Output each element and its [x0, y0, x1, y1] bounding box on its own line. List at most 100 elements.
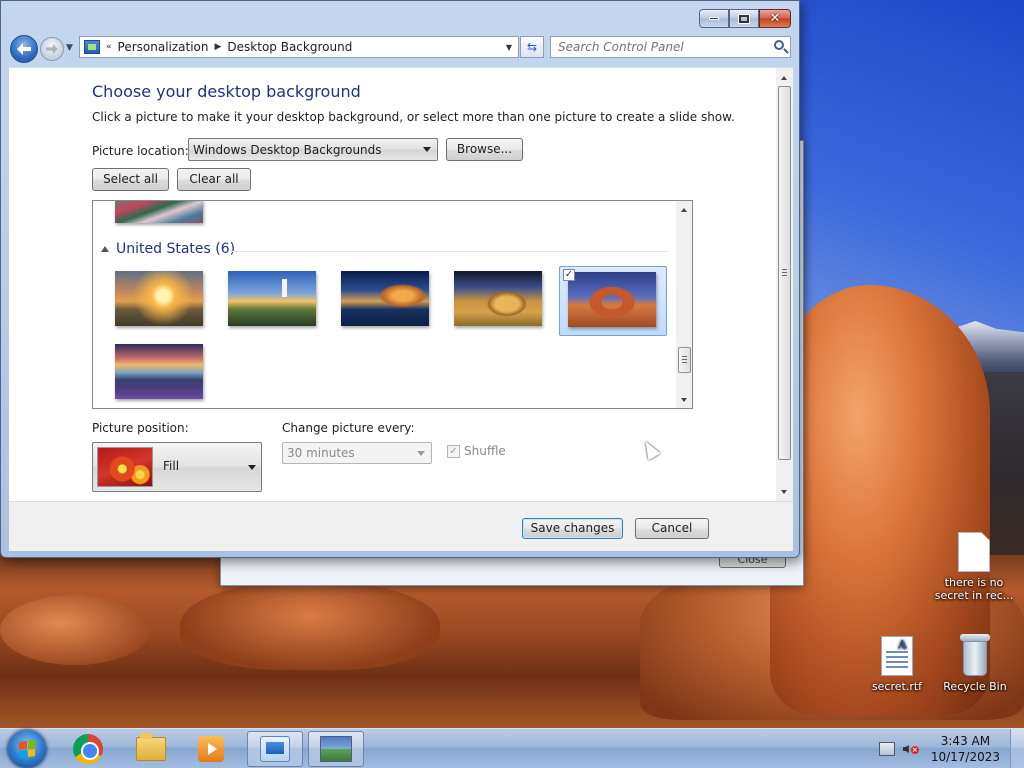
chevron-down-icon — [248, 465, 256, 470]
content-pane: Choose your desktop background Click a p… — [9, 67, 793, 501]
scroll-up-icon[interactable] — [681, 208, 687, 212]
breadcrumb-desktop-background[interactable]: Desktop Background — [227, 40, 352, 54]
arrow-left-icon — [17, 43, 31, 55]
group-label: United States (6) — [116, 241, 236, 257]
picture-position-label: Picture position: — [92, 421, 189, 435]
arrow-right-icon — [46, 44, 58, 54]
clear-all-button[interactable]: Clear all — [177, 168, 251, 191]
close-icon: ✕ — [769, 11, 781, 26]
desktop-icon-label: secret.rtf — [871, 680, 923, 693]
personalization-icon — [320, 736, 352, 762]
wallpaper-rock — [0, 595, 150, 665]
volume-muted-icon[interactable]: × — [902, 742, 919, 756]
clock-time: 3:43 AM — [940, 734, 991, 748]
control-panel-icon — [84, 40, 100, 54]
chevron-down-icon — [423, 147, 431, 152]
content-scrollbar[interactable] — [776, 68, 793, 501]
minimize-icon — [709, 17, 719, 20]
change-interval-dropdown[interactable]: 30 minutes — [282, 442, 432, 464]
browse-button[interactable]: Browse... — [446, 138, 523, 161]
picture-thumbnail[interactable] — [115, 344, 203, 399]
taskbar-personalization[interactable] — [308, 731, 364, 767]
group-divider — [230, 251, 668, 252]
address-bar[interactable]: « Personalization ▶ Desktop Background ▼ — [79, 36, 519, 58]
fill-preview-icon — [97, 447, 153, 487]
picture-thumbnail-selected[interactable]: ✓ — [559, 266, 667, 336]
wallpaper-rock — [180, 580, 440, 670]
network-icon[interactable] — [878, 742, 895, 756]
breadcrumb-personalization[interactable]: Personalization — [118, 40, 209, 54]
recycle-bin-icon — [960, 634, 990, 676]
media-player-icon — [198, 736, 224, 762]
show-desktop-button[interactable] — [1010, 729, 1024, 768]
picture-position-value: Fill — [163, 459, 180, 473]
picture-thumbnail[interactable] — [454, 271, 542, 326]
select-all-button[interactable]: Select all — [92, 168, 169, 191]
cancel-button[interactable]: Cancel — [635, 518, 709, 539]
folder-icon — [136, 733, 166, 761]
group-header-united-states[interactable]: United States (6) — [101, 241, 235, 257]
shuffle-label: Shuffle — [464, 444, 506, 458]
taskbar-control-panel[interactable] — [247, 731, 303, 767]
forward-button[interactable] — [40, 37, 64, 61]
search-input[interactable] — [558, 40, 768, 54]
chevron-right-icon[interactable]: ▶ — [215, 42, 222, 52]
desktop-icon-label: there is no secret in rec... — [934, 576, 1014, 602]
caption-buttons: ✕ — [699, 9, 791, 28]
chrome-icon — [73, 734, 103, 764]
instructions-text: Click a picture to make it your desktop … — [92, 110, 735, 124]
scroll-down-icon[interactable] — [781, 490, 787, 494]
taskbar: × 3:43 AM 10/17/2023 — [0, 728, 1024, 768]
picture-thumbnail[interactable] — [115, 201, 203, 223]
change-interval-value: 30 minutes — [287, 446, 355, 460]
picture-location-dropdown[interactable]: Windows Desktop Backgrounds — [188, 138, 438, 161]
recent-pages-dropdown[interactable]: ▼ — [66, 43, 73, 53]
scroll-down-icon[interactable] — [681, 398, 687, 402]
thumbnail-checkbox[interactable]: ✓ — [563, 269, 575, 281]
chevron-down-icon[interactable]: ▼ — [506, 43, 512, 52]
scroll-up-icon[interactable] — [781, 76, 787, 80]
picture-list[interactable]: United States (6) ✓ — [92, 200, 693, 409]
maximize-icon — [739, 14, 749, 23]
taskbar-windows-explorer[interactable] — [123, 731, 179, 767]
windows-logo-icon — [19, 740, 35, 758]
control-panel-icon — [260, 736, 290, 762]
collapse-triangle-icon[interactable] — [101, 246, 109, 252]
clock[interactable]: 3:43 AM 10/17/2023 — [931, 733, 1000, 765]
picture-position-dropdown[interactable]: Fill — [92, 442, 262, 492]
desktop-icon-secret-rtf[interactable]: A secret.rtf — [857, 636, 937, 693]
desktop-icon-label: Recycle Bin — [943, 680, 1007, 693]
checkbox-check-icon: ✓ — [447, 444, 460, 458]
picture-thumbnail[interactable] — [228, 271, 316, 326]
close-button[interactable]: ✕ — [759, 9, 791, 28]
save-changes-button[interactable]: Save changes — [522, 518, 623, 539]
text-document-icon — [958, 532, 990, 572]
desktop-icon-text-file[interactable]: there is no secret in rec... — [934, 532, 1014, 602]
chevron-double-left-icon[interactable]: « — [106, 42, 112, 52]
refresh-icon: ⇆ — [526, 40, 538, 54]
picture-location-value: Windows Desktop Backgrounds — [193, 142, 382, 157]
refresh-button[interactable]: ⇆ — [520, 36, 544, 58]
picture-thumbnail[interactable] — [568, 272, 656, 327]
shuffle-checkbox[interactable]: ✓ Shuffle — [447, 444, 506, 458]
dialog-footer: Save changes Cancel — [9, 501, 793, 551]
search-box[interactable] — [550, 36, 791, 58]
scrollbar-thumb[interactable] — [778, 86, 791, 460]
desktop-icon-recycle-bin[interactable]: Recycle Bin — [935, 634, 1015, 693]
picture-location-label: Picture location: — [92, 144, 189, 158]
system-tray: × 3:43 AM 10/17/2023 — [878, 729, 1024, 768]
taskbar-chrome[interactable] — [60, 731, 116, 767]
clock-date: 10/17/2023 — [930, 750, 1000, 764]
picture-list-scrollbar[interactable] — [676, 201, 692, 408]
picture-thumbnail[interactable] — [115, 271, 203, 326]
change-picture-label: Change picture every: — [282, 421, 415, 435]
scrollbar-thumb[interactable] — [678, 347, 691, 373]
search-icon[interactable] — [774, 40, 784, 50]
desktop-background-window: ✕ ▼ « Personalization ▶ Desktop Backgrou… — [0, 0, 800, 558]
maximize-button[interactable] — [729, 9, 759, 28]
start-button[interactable] — [8, 730, 46, 768]
picture-thumbnail[interactable] — [341, 271, 429, 326]
back-button[interactable] — [10, 35, 38, 63]
minimize-button[interactable] — [699, 9, 729, 28]
taskbar-media-player[interactable] — [183, 731, 239, 767]
